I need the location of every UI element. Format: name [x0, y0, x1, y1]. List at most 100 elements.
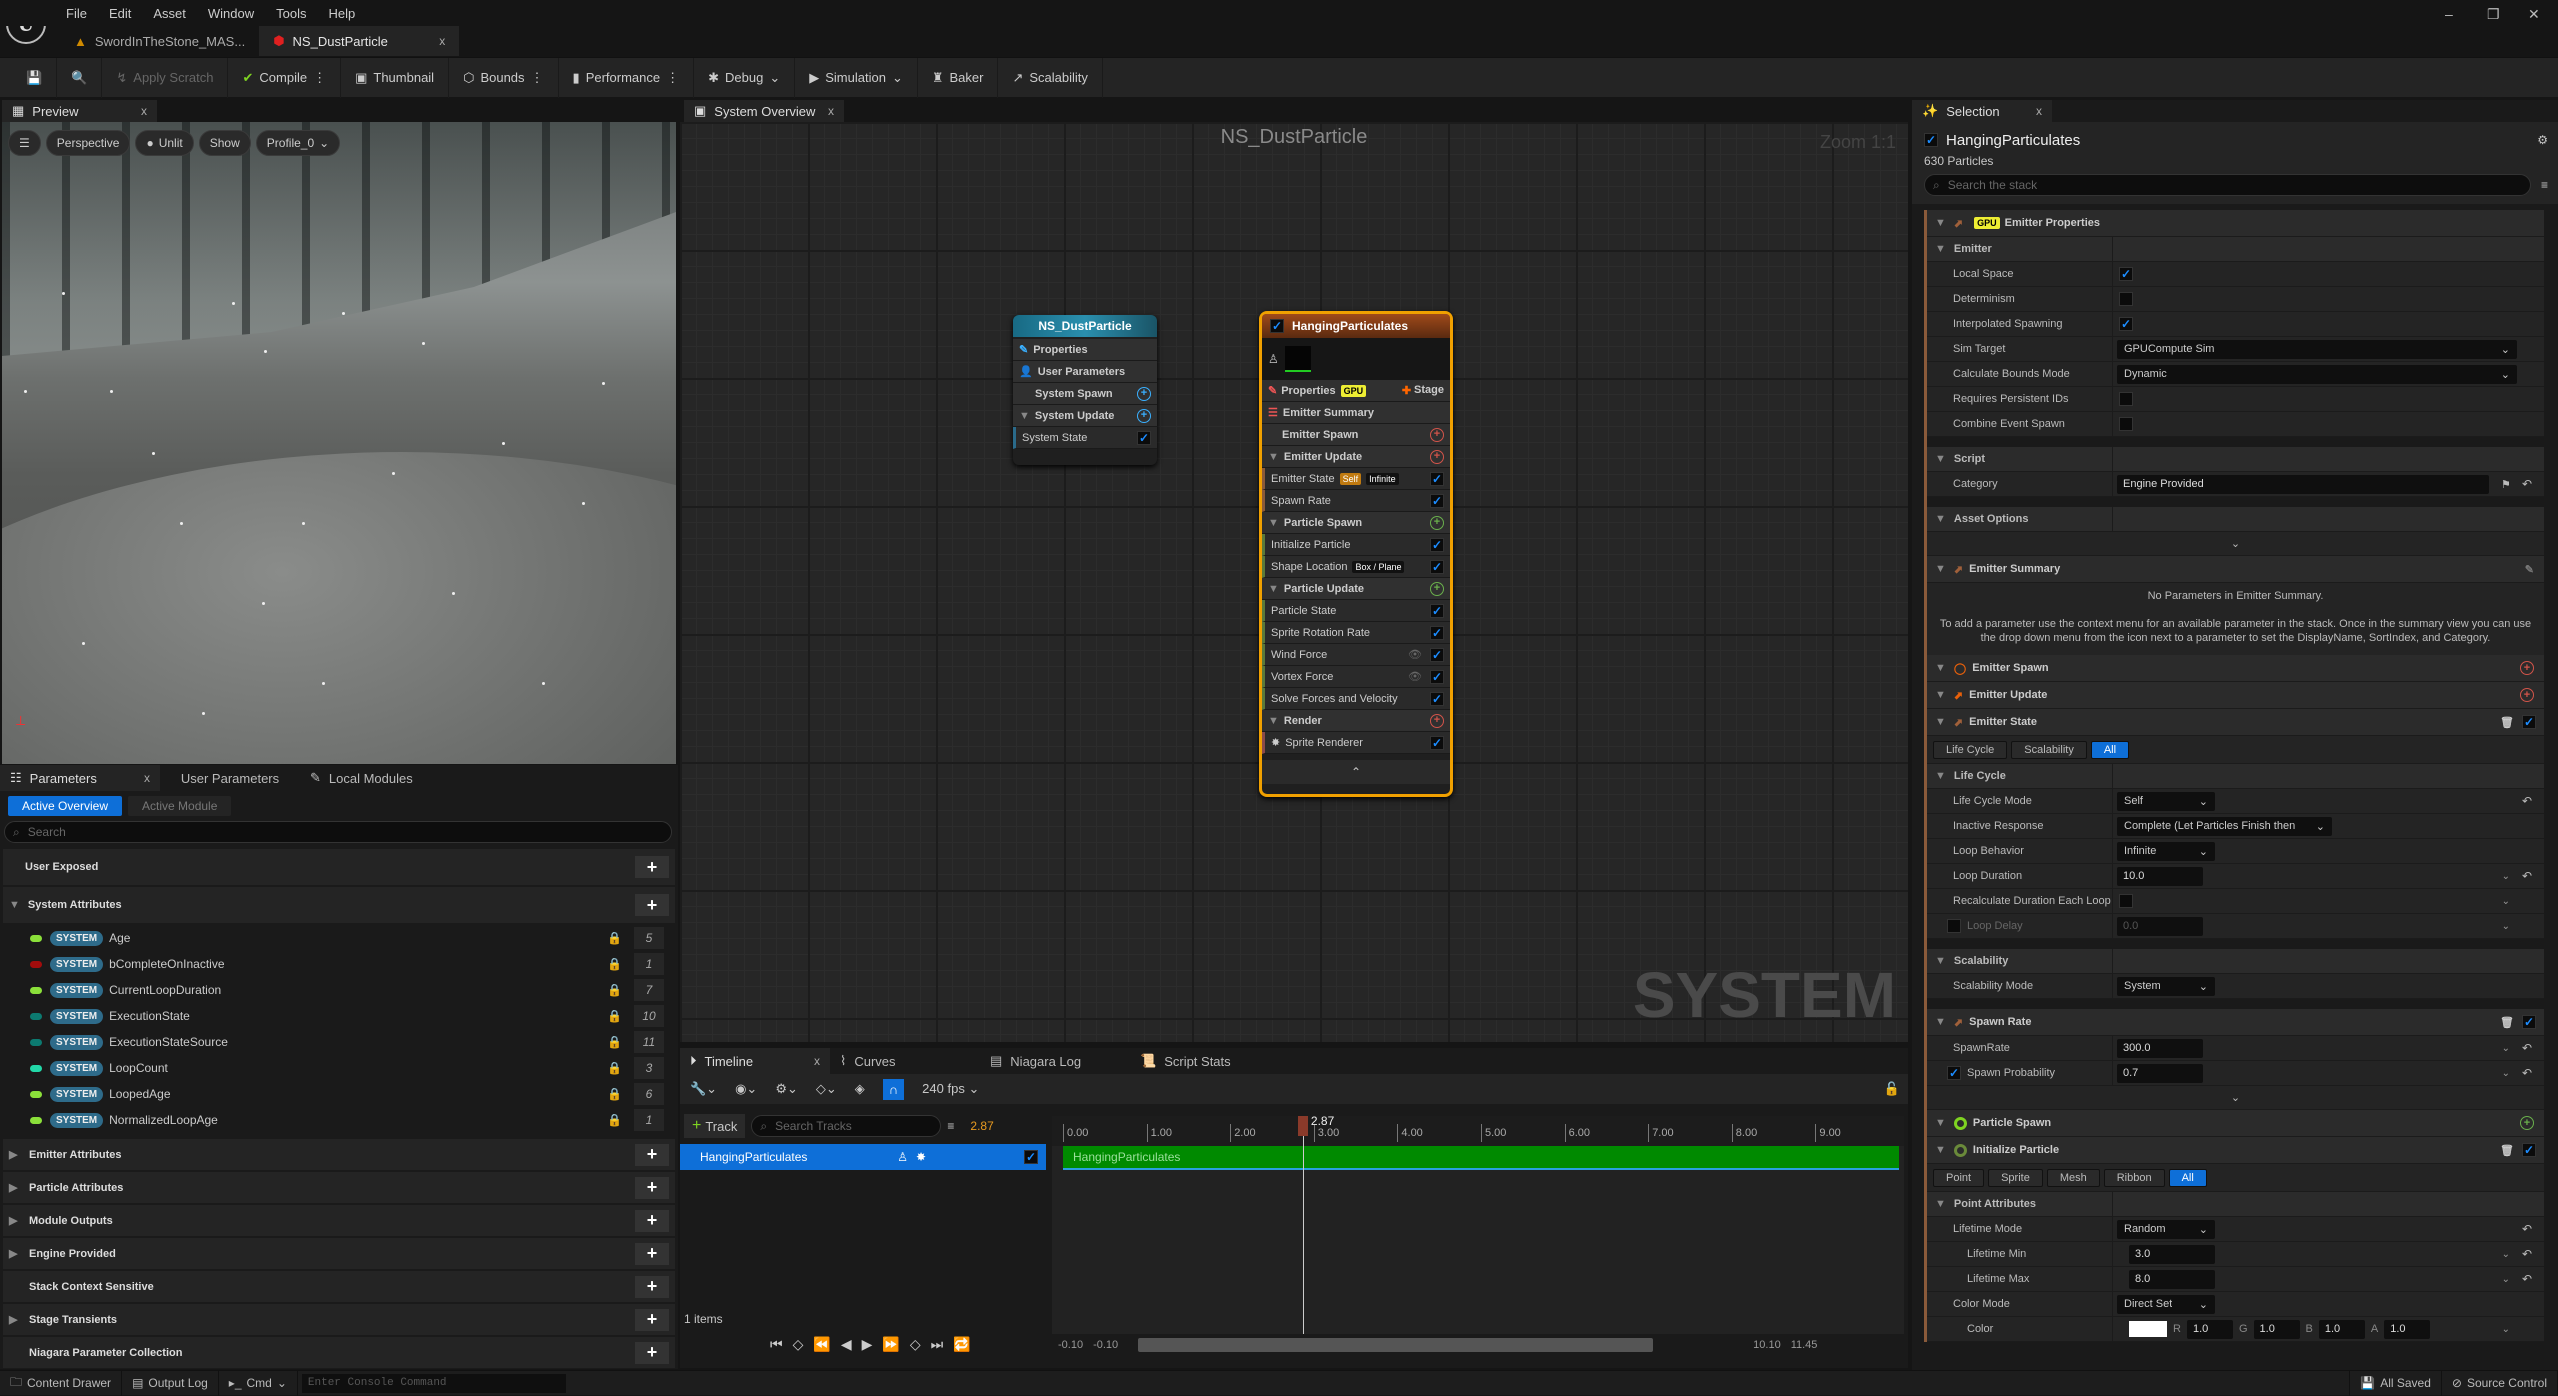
reset-to-default-icon[interactable]: ↶ — [2522, 869, 2532, 883]
performance-button[interactable]: ▮ Performance ⋮ — [559, 57, 695, 98]
emitter-node-row[interactable]: Solve Forces and Velocity ✓ — [1262, 688, 1450, 710]
close-tab-button[interactable]: x — [2036, 104, 2042, 118]
add-module-icon[interactable]: + — [1137, 386, 1151, 401]
module-enabled-checkbox[interactable]: ✓ — [1430, 647, 1444, 662]
module-enabled-checkbox[interactable]: ✓ — [1430, 669, 1444, 684]
property-number-input[interactable]: 300.0 — [2117, 1038, 2203, 1058]
compile-button[interactable]: ✔ Compile ⋮ — [228, 57, 342, 98]
filter-tab[interactable]: Point — [1933, 1168, 1985, 1187]
filter-tab[interactable]: Sprite — [1988, 1168, 2043, 1187]
emitter-node[interactable]: ✓ HangingParticulates ♙ ✎ Properties GPU ✚ St… — [1259, 311, 1453, 797]
menu-file[interactable]: File — [66, 6, 87, 21]
emitter-node-row[interactable]: ▼ Particle Update + — [1262, 578, 1450, 600]
property-checkbox[interactable]: ✓ — [2119, 317, 2133, 331]
close-tab-button[interactable]: x — [439, 34, 445, 48]
reset-to-default-icon[interactable]: ↶ — [2522, 1272, 2532, 1286]
search-tracks-input[interactable]: ⌕ Search Tracks — [751, 1115, 942, 1137]
chevron-down-icon[interactable]: ⌄ — [2502, 896, 2510, 907]
thumbnail-button[interactable]: ▣ Thumbnail — [341, 57, 450, 98]
emitter-node-row[interactable]: Emitter Spawn + — [1262, 424, 1450, 446]
more-options-icon[interactable]: ⋮ — [531, 70, 544, 86]
add-parameter-button[interactable]: + — [635, 1176, 669, 1199]
view-eye-icon[interactable]: ◉⌄ — [735, 1081, 757, 1097]
property-checkbox[interactable] — [2119, 417, 2133, 431]
step-forward-icon[interactable]: ⏩ — [882, 1336, 899, 1353]
chevron-down-icon[interactable]: ⌄ — [2502, 1274, 2510, 1285]
playhead[interactable]: 2.87 — [1297, 1114, 1334, 1334]
tab-parameters[interactable]: ☷ Parameters x — [0, 765, 160, 791]
skip-to-start-icon[interactable]: ⏮ — [770, 1336, 783, 1353]
play-reverse-icon[interactable]: ◀ — [841, 1336, 852, 1353]
console-command-input[interactable]: Enter Console Command — [301, 1373, 566, 1393]
add-parameter-button[interactable]: + — [635, 856, 669, 878]
working-start[interactable]: -0.10 — [1093, 1339, 1118, 1351]
reference-count[interactable]: 7 — [634, 979, 664, 1001]
stack-group-header[interactable]: ▼ Emitter — [1927, 237, 2544, 262]
add-parameter-button[interactable]: + — [635, 1341, 669, 1364]
browse-button[interactable]: 🔍 — [57, 57, 103, 98]
reset-to-default-icon[interactable]: ↶ — [2522, 1066, 2532, 1080]
tab-user-parameters[interactable]: User Parameters — [160, 767, 300, 789]
module-enabled-checkbox[interactable]: ✓ — [1430, 735, 1444, 750]
add-module-icon[interactable]: + — [1137, 408, 1151, 423]
module-enabled-checkbox[interactable]: ✓ — [1430, 691, 1444, 706]
add-parameter-button[interactable]: + — [635, 1242, 669, 1265]
module-enabled-checkbox[interactable]: ✓ — [1430, 603, 1444, 618]
add-parameter-button[interactable]: + — [635, 1209, 669, 1232]
unlit-button[interactable]: ● Unlit — [135, 130, 194, 156]
debug-dropdown[interactable]: ✱ Debug ⌄ — [694, 57, 796, 98]
reference-count[interactable]: 1 — [634, 1109, 664, 1131]
emitter-node-row[interactable]: Sprite Rotation Rate ✓ — [1262, 622, 1450, 644]
emitter-node-row[interactable]: Emitter State Self Infinite ✓ — [1262, 468, 1450, 490]
emitter-node-row[interactable]: Vortex Force 👁 ✓ — [1262, 666, 1450, 688]
save-button[interactable]: 💾 — [12, 57, 58, 98]
filter-tab[interactable]: Ribbon — [2103, 1168, 2165, 1187]
system-node-row[interactable]: ✎ Properties — [1013, 339, 1157, 361]
baker-button[interactable]: ♜ Baker — [918, 57, 999, 98]
emitter-node-row[interactable]: Particle State ✓ — [1262, 600, 1450, 622]
menu-help[interactable]: Help — [328, 6, 355, 21]
eye-icon[interactable]: 👁 — [1408, 670, 1422, 683]
tab-local-modules[interactable]: ✎ Local Modules — [300, 767, 423, 789]
property-checkbox[interactable]: ✓ — [2119, 267, 2133, 281]
scalability-button[interactable]: ↗ Scalability — [998, 57, 1103, 98]
module-enabled-checkbox[interactable]: ✓ — [1430, 559, 1444, 574]
filter-tab[interactable]: Scalability — [2011, 740, 2087, 759]
property-text-input[interactable]: Engine Provided — [2117, 474, 2489, 494]
module-enabled-checkbox[interactable]: ✓ — [1430, 493, 1444, 508]
playhead-handle[interactable] — [1297, 1116, 1308, 1136]
emitter-properties-row[interactable]: ✎ Properties GPU ✚ Stage — [1262, 380, 1450, 402]
group-row[interactable]: Stack Context Sensitive + — [3, 1271, 675, 1302]
system-node-row[interactable]: ▼ System Update + — [1013, 405, 1157, 427]
property-number-input[interactable]: 0.7 — [2117, 1063, 2203, 1083]
attribute-row[interactable]: SYSTEM NormalizedLoopAge 🔒 1 — [0, 1107, 678, 1133]
property-dropdown[interactable]: Self ⌄ — [2117, 791, 2215, 811]
emitter-enabled-checkbox[interactable]: ✓ — [1270, 319, 1284, 333]
stack-module-header[interactable]: ▼ Particle Spawn + — [1927, 1110, 2544, 1137]
loop-icon[interactable]: 🔁 — [953, 1336, 970, 1353]
property-dropdown[interactable]: System ⌄ — [2117, 976, 2215, 996]
reference-count[interactable]: 5 — [634, 927, 664, 949]
group-row[interactable]: ▶ Particle Attributes + — [3, 1172, 675, 1203]
add-stage-button[interactable]: ✚ Stage — [1402, 384, 1444, 397]
menu-edit[interactable]: Edit — [109, 6, 131, 21]
system-overview-graph[interactable]: NS_DustParticle Zoom 1:1 SYSTEM NS_DustP… — [680, 122, 1908, 1042]
more-options-icon[interactable]: ⋮ — [313, 70, 326, 86]
add-track-button[interactable]: + Track — [684, 1114, 746, 1138]
attribute-row[interactable]: SYSTEM LoopCount 🔒 3 — [0, 1055, 678, 1081]
emitter-node-row[interactable]: ▼ Particle Spawn + — [1262, 512, 1450, 534]
parameters-search-input[interactable]: ⌕ Search — [4, 821, 672, 843]
system-node-row[interactable]: System Spawn + — [1013, 383, 1157, 405]
view-end[interactable]: 11.45 — [1791, 1339, 1818, 1351]
filter-icon[interactable]: ≡ — [2541, 178, 2548, 192]
chevron-down-icon[interactable]: ⌄ — [2502, 1043, 2510, 1054]
reset-to-default-icon[interactable]: ↶ — [2522, 477, 2532, 491]
close-tab-button[interactable]: x — [828, 104, 834, 118]
current-time[interactable]: 2.87 — [970, 1119, 993, 1133]
previous-key-icon[interactable]: ◇ — [793, 1336, 804, 1353]
active-module-button[interactable]: Active Module — [128, 796, 232, 816]
module-enabled-checkbox[interactable]: ✓ — [2522, 1143, 2536, 1157]
property-number-input[interactable]: 3.0 — [2129, 1244, 2215, 1264]
module-enabled-checkbox[interactable]: ✓ — [1430, 625, 1444, 640]
tab-script-stats[interactable]: 📜 Script Stats — [1130, 1048, 1280, 1074]
